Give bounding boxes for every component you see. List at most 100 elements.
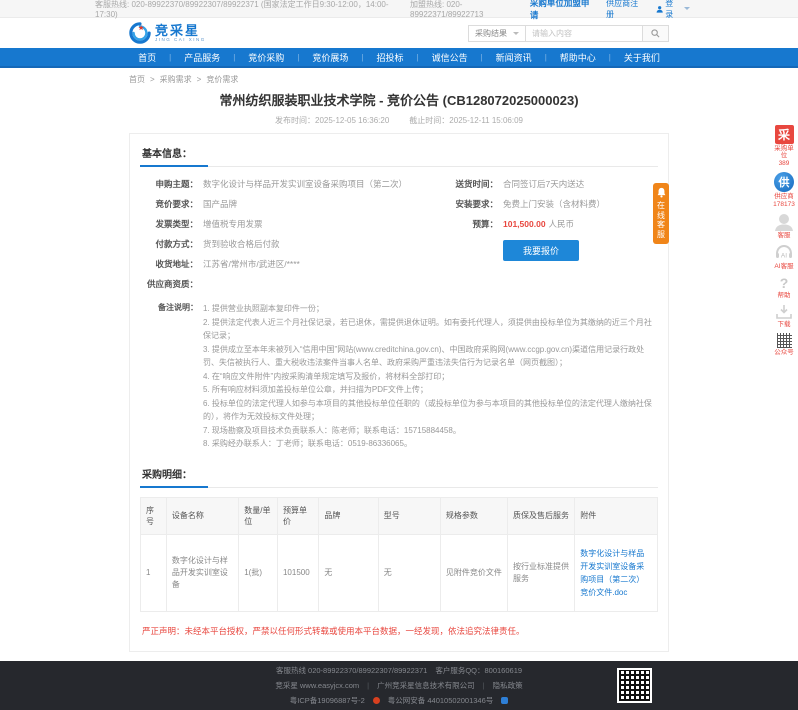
field-value: 合同签订后7天内送达 <box>503 179 585 189</box>
remark-item: 1. 提供营业执照副本复印件一份； <box>203 304 324 313</box>
field-label: 送货时间： <box>455 179 498 189</box>
join-hotline: 加盟热线: 020-89922371/89922713 <box>410 0 484 19</box>
search-category-select[interactable]: 采购结果 <box>468 24 525 42</box>
quote-button[interactable]: 我要报价 <box>503 240 580 261</box>
breadcrumb-bidding-demand[interactable]: 竞价需求 <box>206 74 238 85</box>
breadcrumb-home[interactable]: 首页 <box>129 74 145 85</box>
logo-text: 竞采星 <box>155 22 201 38</box>
field-bid-requirement: 竞价要求： 国产品牌 <box>140 198 440 210</box>
cell-model: 无 <box>377 533 441 612</box>
site-logo[interactable]: 竞采星 JING CAI XING <box>129 22 206 44</box>
col-name: 设备名称 <box>165 496 240 535</box>
cell-service: 按行业标准提供服务 <box>507 533 576 612</box>
cell-no: 1 <box>140 533 167 612</box>
cell-spec: 见附件竞价文件 <box>439 533 509 612</box>
deadline-time: 截止时间：2025-12-11 15:06:09 <box>409 116 523 125</box>
breadcrumb-separator: > <box>196 75 202 84</box>
budget-currency: 人民币 <box>548 219 575 229</box>
field-supplier-qualification: 供应商资质： <box>140 278 440 290</box>
nav-integrity-notice[interactable]: 诚信公告 <box>419 51 481 64</box>
budget-amount: 101,500.00 <box>503 219 546 229</box>
main-nav: 首页 | 产品服务 | 竞价采购 | 竞价展场 | 招投标 | 诚信公告 | 新… <box>0 48 798 68</box>
nav-home[interactable]: 首页 <box>125 51 169 64</box>
cell-brand: 无 <box>318 533 379 612</box>
field-label: 申购主题： <box>155 179 198 189</box>
chevron-down-icon <box>513 31 519 35</box>
breadcrumb: 首页 > 采购需求 > 竞价需求 <box>129 74 669 85</box>
nav-about[interactable]: 关于我们 <box>611 51 673 64</box>
side-mp-tile[interactable]: 公众号 <box>772 332 796 357</box>
purchaser-join-link[interactable]: 采购单位加盟申请 <box>530 0 594 21</box>
col-price: 预算单价 <box>276 496 320 535</box>
remark-item: 8. 采购经办联系人：丁老师；联系电话：0519-86336065。 <box>203 439 412 448</box>
top-utility-bar: 客服热线: 020-89922370/89922307/89922371 (国家… <box>0 0 798 21</box>
search-button[interactable] <box>643 24 669 42</box>
footer-icp-link[interactable]: 粤ICP备19096887号-2 <box>290 695 365 706</box>
col-spec: 规格参数 <box>439 496 509 535</box>
search-box: 采购结果 <box>468 24 669 42</box>
footer-company: 广州竞采星信息技术有限公司 <box>377 680 475 690</box>
col-attachment: 附件 <box>574 496 658 535</box>
mp-label: 公众号 <box>774 349 794 356</box>
table-header-row: 序号 设备名称 数量/单位 预算单价 品牌 型号 规格参数 质保及售后服务 附件 <box>140 496 658 535</box>
nav-news[interactable]: 新闻资讯 <box>483 51 545 64</box>
field-label: 付款方式： <box>155 239 198 249</box>
remarks-block: 备注说明： 1. 提供营业执照副本复印件一份； 2. 提供法定代表人近三个月社保… <box>140 302 658 451</box>
footer-qq: 客户服务QQ：800160619 <box>435 665 523 675</box>
basic-info-tab: 基本信息： <box>140 145 208 167</box>
side-supplier-tile[interactable]: 供 供应商 178173 <box>772 171 796 209</box>
supplier-register-link[interactable]: 供应商注册 <box>606 0 644 20</box>
col-brand: 品牌 <box>318 496 379 535</box>
attachment-link[interactable]: 数字化设计与样品开发实训室设备采购项目（第二次）竞价文件.doc <box>580 547 652 599</box>
main-content: 首页 > 采购需求 > 竞价需求 常州纺织服装职业技术学院 - 竞价公告 (CB… <box>129 74 669 652</box>
side-kefu-tile[interactable]: 客服 <box>772 212 796 240</box>
nav-tender[interactable]: 招投标 <box>363 51 416 64</box>
field-payment-method: 付款方式： 货到验收合格后付款 <box>140 238 440 250</box>
detail-tab: 采购明细： <box>140 466 208 488</box>
nav-products[interactable]: 产品服务 <box>171 51 233 64</box>
svg-text:AI: AI <box>781 253 787 260</box>
field-label: 收货地址： <box>155 259 198 269</box>
ai-headset-icon: AI <box>776 244 792 260</box>
side-purchaser-tile[interactable]: 采 采购单位 389 <box>772 124 796 168</box>
supplier-icon: 供 <box>774 172 794 192</box>
side-download-tile[interactable]: 下载 <box>772 303 796 329</box>
detail-section-header: 采购明细： <box>140 465 658 488</box>
notice-content-box: 基本信息： 申购主题： 数字化设计与样品开发实训室设备采购项目（第二次） 竞价要… <box>129 133 669 652</box>
side-ai-tile[interactable]: AI AI客服 <box>772 243 796 271</box>
col-service: 质保及售后服务 <box>507 496 576 535</box>
logo-icon <box>129 22 151 44</box>
basic-info-right-column: 送货时间： 合同签订后7天内送达 安装要求： 免费上门安装（含材料费） 预算： … <box>440 178 658 298</box>
purchaser-count: 389 <box>778 160 790 167</box>
remarks-list: 1. 提供营业执照副本复印件一份； 2. 提供法定代表人近三个月社保记录，若已退… <box>203 302 658 451</box>
supplier-count: 178173 <box>773 201 795 208</box>
side-help-tile[interactable]: ? 帮助 <box>772 274 796 300</box>
basic-info-section-header: 基本信息： <box>140 144 658 167</box>
nav-bidding-purchase[interactable]: 竞价采购 <box>235 51 297 64</box>
field-label: 发票类型： <box>155 219 198 229</box>
cell-name: 数字化设计与样品开发实训室设备 <box>165 533 240 612</box>
field-label: 供应商资质： <box>146 279 198 289</box>
breadcrumb-separator: > <box>150 75 155 84</box>
footer-site-link[interactable]: 竞采星 www.easyjcx.com <box>275 680 359 691</box>
field-label: 竞价要求： <box>155 199 198 209</box>
ai-kefu-label: AI客服 <box>774 263 794 270</box>
login-link[interactable]: 登录 <box>656 0 690 20</box>
purchaser-icon: 采 <box>774 125 794 144</box>
field-invoice-type: 发票类型： 增值税专用发票 <box>140 218 440 230</box>
search-input[interactable] <box>525 24 643 42</box>
nav-bidding-hall[interactable]: 竞价展场 <box>299 51 361 64</box>
supplier-label: 供应商 <box>774 193 794 200</box>
footer: 客服热线 020-89922370/89922307/89922371 客户服务… <box>0 660 798 710</box>
remark-item: 6. 投标单位的法定代理人如参与本项目的其他投标单位任职的（或投标单位为参与本项… <box>203 398 652 422</box>
remark-item: 3. 提供成立至本年未被列入“信用中国”网站(www.creditchina.g… <box>203 344 645 368</box>
bell-icon <box>657 187 665 198</box>
field-subject: 申购主题： 数字化设计与样品开发实训室设备采购项目（第二次） <box>140 178 440 190</box>
nav-help-center[interactable]: 帮助中心 <box>547 51 609 64</box>
field-delivery-time: 送货时间： 合同签订后7天内送达 <box>440 178 658 190</box>
footer-police-link[interactable]: 粤公网安备 44010502001346号 <box>388 695 493 706</box>
footer-privacy-link[interactable]: 隐私政策 <box>493 680 523 691</box>
online-service-tab[interactable]: 在线客服 <box>653 183 669 244</box>
breadcrumb-purchase-demand[interactable]: 采购需求 <box>160 74 192 85</box>
field-budget: 预算： 101,500.00 人民币 <box>440 218 658 230</box>
